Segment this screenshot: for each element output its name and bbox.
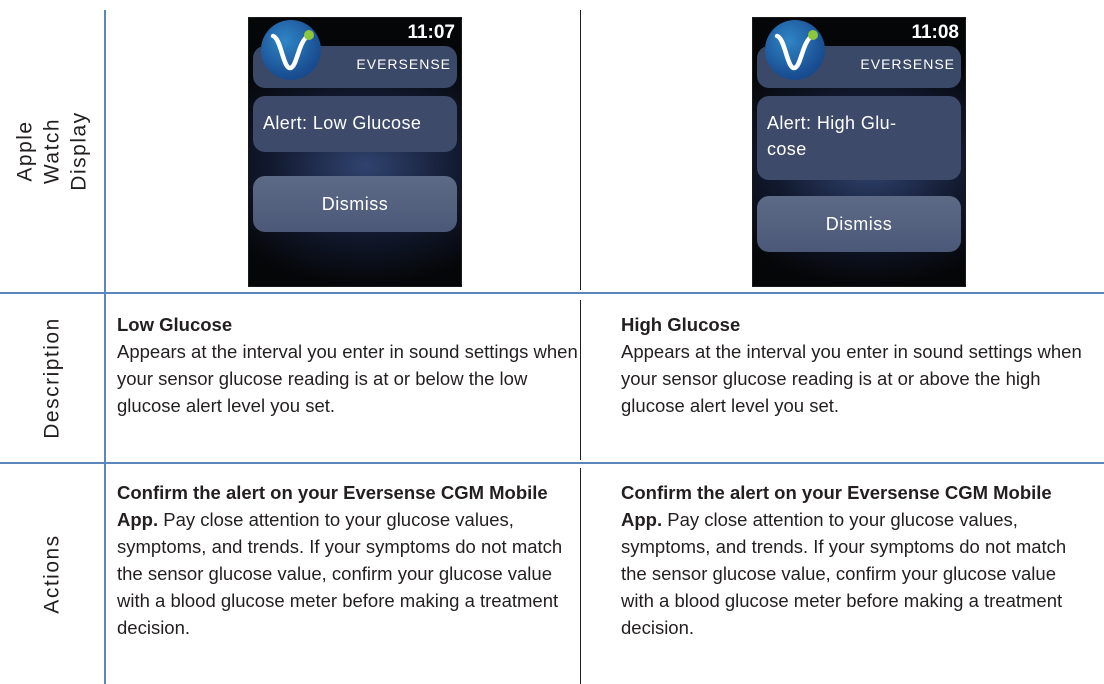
row-header-actions: Actions (40, 534, 64, 614)
dismiss-button[interactable]: Dismiss (253, 176, 457, 232)
eversense-logo-icon (261, 20, 321, 80)
dismiss-button[interactable]: Dismiss (757, 196, 961, 252)
description-low: Low Glucose Appears at the interval you … (117, 311, 587, 419)
column-divider-mid (580, 10, 581, 290)
actions-low-body: Pay close attention to your glucose valu… (117, 509, 563, 638)
actions-high: Confirm the alert on your Eversense CGM … (621, 479, 1091, 641)
watch-brand: EVERSENSE (860, 56, 955, 72)
column-divider (104, 10, 106, 684)
watch-screen-high: 11:08 EVERSENSE Alert: High Glu- cose Di… (752, 17, 966, 287)
actions-low: Confirm the alert on your Eversense CGM … (117, 479, 587, 641)
description-low-body: Appears at the interval you enter in sou… (117, 341, 578, 416)
row-header-display: Apple Watch Display (13, 111, 91, 191)
description-low-title: Low Glucose (117, 314, 233, 335)
eversense-logo-icon (765, 20, 825, 80)
row-divider (0, 292, 1104, 294)
description-high: High Glucose Appears at the interval you… (621, 311, 1091, 419)
actions-high-body: Pay close attention to your glucose valu… (621, 509, 1067, 638)
alert-text: Alert: High Glu- cose (767, 110, 953, 162)
watch-brand: EVERSENSE (356, 56, 451, 72)
row-header-description: Description (40, 317, 64, 439)
watch-time: 11:08 (911, 22, 959, 43)
alert-text-line-2: cose (767, 139, 807, 159)
watch-time: 11:07 (407, 22, 455, 43)
description-high-body: Appears at the interval you enter in sou… (621, 341, 1082, 416)
alert-text-line-1: Alert: High Glu- (767, 113, 897, 133)
watch-screen-low: 11:07 EVERSENSE Alert: Low Glucose Dismi… (248, 17, 462, 287)
description-high-title: High Glucose (621, 314, 741, 335)
alert-text: Alert: Low Glucose (263, 113, 422, 133)
row-divider (0, 462, 1104, 464)
